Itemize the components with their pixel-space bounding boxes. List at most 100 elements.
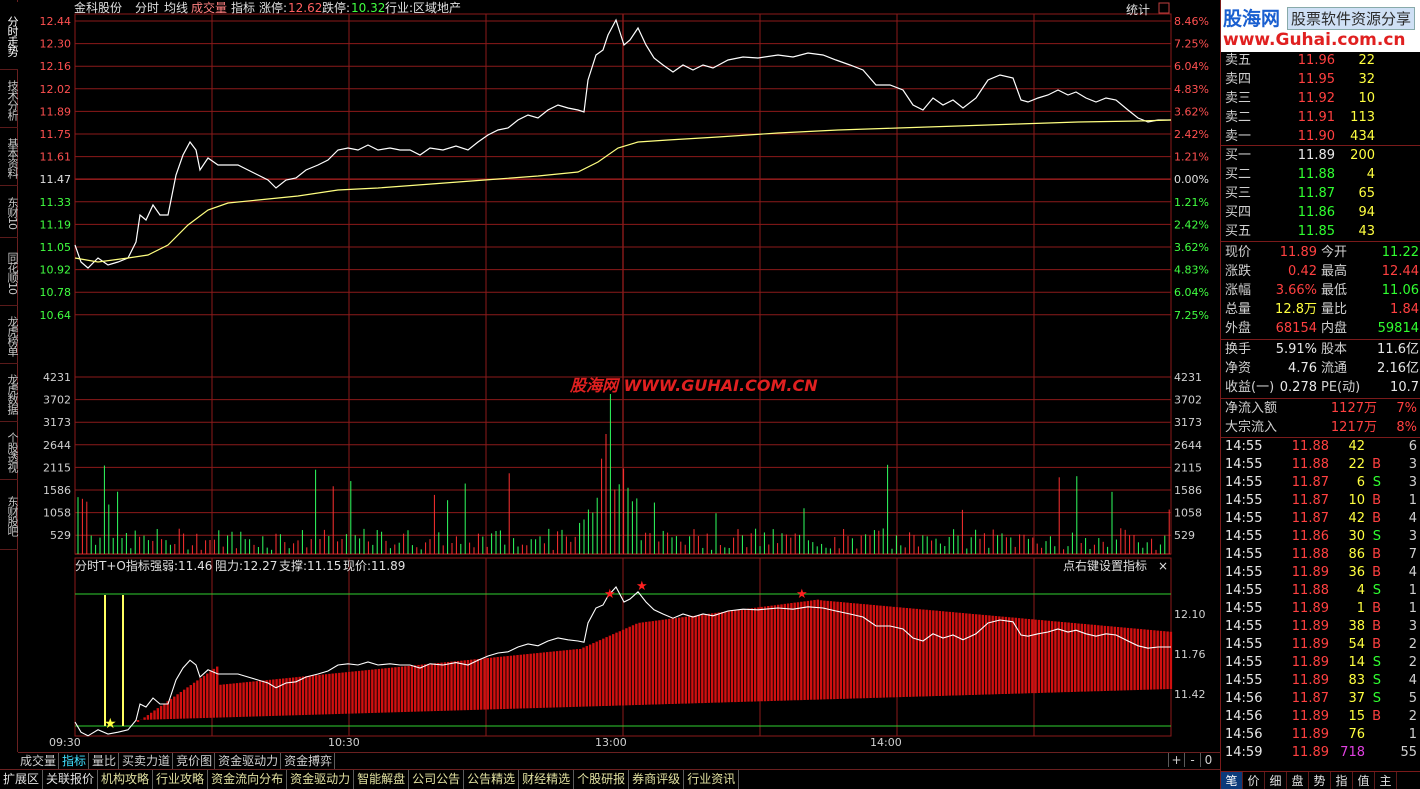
tick-row: 14:55 11.89 1 B 1 <box>1221 600 1420 618</box>
tick-count: 55 <box>1400 745 1417 760</box>
bottom-link-1[interactable]: 关联报价 <box>43 770 99 789</box>
flow-row: 净流入额 1127万 7% <box>1221 399 1420 418</box>
left-tab-1[interactable]: 技术分析 <box>0 72 19 128</box>
tick-price: 11.89 <box>1291 619 1329 634</box>
right-tab-0[interactable]: 笔 <box>1221 772 1243 789</box>
bottom-link-9[interactable]: 财经精选 <box>519 770 575 789</box>
bottom-link-10[interactable]: 个股研报 <box>574 770 630 789</box>
order-label: 卖四 <box>1225 72 1252 87</box>
tick-time: 14:56 <box>1225 727 1263 742</box>
quote-label: 最低 <box>1321 283 1348 298</box>
flow-pct: 8% <box>1396 420 1417 435</box>
tick-volume: 22 <box>1348 457 1365 472</box>
chart-tab-2[interactable]: 量比 <box>90 753 120 769</box>
chart-tab-6[interactable]: 资金搏弈 <box>282 753 336 769</box>
header-item-1: 均线 <box>164 1 188 15</box>
right-tab-1[interactable]: 价 <box>1243 772 1265 789</box>
left-tab-2[interactable]: 基本资料 <box>0 130 19 186</box>
chart-tab-4[interactable]: 竞价图 <box>174 753 216 769</box>
bottom-link-8[interactable]: 公告精选 <box>464 770 520 789</box>
tick-side: B <box>1372 637 1381 652</box>
sell-star-icon: ★ <box>796 587 808 602</box>
left-tab-5[interactable]: 龙虎榜单 <box>0 308 19 364</box>
right-tab-6[interactable]: 值 <box>1353 772 1375 789</box>
bottom-link-3[interactable]: 行业攻略 <box>153 770 209 789</box>
tick-time: 14:56 <box>1225 709 1263 724</box>
tick-side: B <box>1372 547 1381 562</box>
zoom-button-0[interactable]: + <box>1168 753 1184 767</box>
left-tab-8[interactable]: 东财股吧 <box>0 482 19 550</box>
buy-order-row: 买二 11.88 4 <box>1221 165 1420 184</box>
tick-time: 14:55 <box>1225 619 1263 634</box>
pct-tick: 1.21% <box>1174 196 1209 209</box>
left-tab-4[interactable]: 同花顺10 <box>0 240 19 306</box>
tick-count: 4 <box>1408 673 1417 688</box>
tick-side: B <box>1372 709 1381 724</box>
tick-time: 14:59 <box>1225 745 1263 760</box>
intraday-chart[interactable]: 金科股份 分时 均线 成交量 指标 涨停: 12.62 跌停: 10.32 行业:区域地产 统计 12… <box>18 0 1220 752</box>
bottom-link-5[interactable]: 资金驱动力 <box>287 770 355 789</box>
quote-value: 0.42 <box>1288 264 1317 279</box>
right-tab-3[interactable]: 盘 <box>1287 772 1309 789</box>
chart-tab-1[interactable]: 指标 <box>60 753 90 769</box>
order-price: 11.87 <box>1297 186 1335 201</box>
chart-tab-3[interactable]: 买卖力道 <box>120 753 174 769</box>
tick-row: 14:55 11.89 54 B 2 <box>1221 636 1420 654</box>
bottom-link-7[interactable]: 公司公告 <box>409 770 465 789</box>
chart-type-tabs: 成交量 指标 量比 买卖力道 竞价图 资金驱动力 资金搏弈 + -0 <box>18 752 1220 769</box>
price-tick: 11.61 <box>40 151 72 164</box>
tick-volume: 1 <box>1356 601 1365 616</box>
sell-star-icon: ★ <box>604 587 616 602</box>
tick-row: 14:55 11.86 30 S 3 <box>1221 528 1420 546</box>
right-tab-2[interactable]: 细 <box>1265 772 1287 789</box>
chart-canvas[interactable]: 金科股份 分时 均线 成交量 指标 涨停: 12.62 跌停: 10.32 行业:区域地产 统计 12… <box>18 0 1220 752</box>
order-price: 11.89 <box>1297 148 1335 163</box>
fund-label: 收益(一) <box>1225 380 1275 395</box>
left-tab-7[interactable]: 个股透视 <box>0 424 19 480</box>
buy-order-row: 买四 11.86 94 <box>1221 203 1420 222</box>
tick-volume: 83 <box>1348 673 1365 688</box>
indicator-strong: 强弱:11.46 <box>150 559 212 573</box>
tick-price: 11.89 <box>1291 745 1329 760</box>
left-tab-3[interactable]: 东财10 <box>0 188 19 238</box>
stock-name: 金科股份 <box>74 0 122 15</box>
tick-side: B <box>1372 565 1381 580</box>
bottom-link-12[interactable]: 行业资讯 <box>684 770 740 789</box>
bottom-link-6[interactable]: 智能解盘 <box>354 770 410 789</box>
tick-time: 14:55 <box>1225 655 1263 670</box>
bottom-link-11[interactable]: 券商评级 <box>629 770 685 789</box>
quote-label: 现价 <box>1225 245 1252 260</box>
limit-down-value: 10.32 <box>351 1 385 15</box>
sell-order-row: 卖五 11.96 22 <box>1221 51 1420 70</box>
bottom-link-0[interactable]: 扩展区 <box>0 770 44 789</box>
price-tick: 11.75 <box>40 128 72 141</box>
tick-row: 14:55 11.87 6 S 3 <box>1221 474 1420 492</box>
right-tab-5[interactable]: 指 <box>1331 772 1353 789</box>
logo-subtitle: 股票软件资源分享 <box>1287 7 1416 30</box>
order-price: 11.90 <box>1297 129 1335 144</box>
chart-tab-0[interactable]: 成交量 <box>18 753 60 769</box>
order-volume: 43 <box>1358 224 1375 239</box>
logo-title: 股海网 <box>1223 8 1281 30</box>
zoom-button-2[interactable]: 0 <box>1200 753 1216 767</box>
tick-time: 14:55 <box>1225 565 1263 580</box>
bottom-link-4[interactable]: 资金流向分布 <box>208 770 288 789</box>
tick-side: B <box>1372 511 1381 526</box>
left-tab-0[interactable]: 分时走势 <box>0 2 19 70</box>
tick-time: 14:56 <box>1225 691 1263 706</box>
pct-tick: 6.04% <box>1174 286 1209 299</box>
tick-count: 1 <box>1408 727 1417 742</box>
right-tab-4[interactable]: 势 <box>1309 772 1331 789</box>
quote-row: 涨跌 0.42 最高 12.44 <box>1221 262 1420 281</box>
chart-tab-5[interactable]: 资金驱动力 <box>216 753 282 769</box>
quote-value: 11.22 <box>1381 245 1419 260</box>
quote-label: 内盘 <box>1321 321 1348 336</box>
left-tab-6[interactable]: 龙虎数据 <box>0 366 19 422</box>
tick-row: 14:59 11.89 718 55 <box>1221 744 1420 762</box>
tick-volume: 14 <box>1348 655 1365 670</box>
bottom-link-2[interactable]: 机构攻略 <box>98 770 154 789</box>
right-tab-7[interactable]: 主 <box>1375 772 1397 789</box>
price-tick: 11.05 <box>40 241 72 254</box>
zoom-button-1[interactable]: - <box>1184 753 1200 767</box>
indicator-support: 支撑:11.15 <box>279 558 341 573</box>
